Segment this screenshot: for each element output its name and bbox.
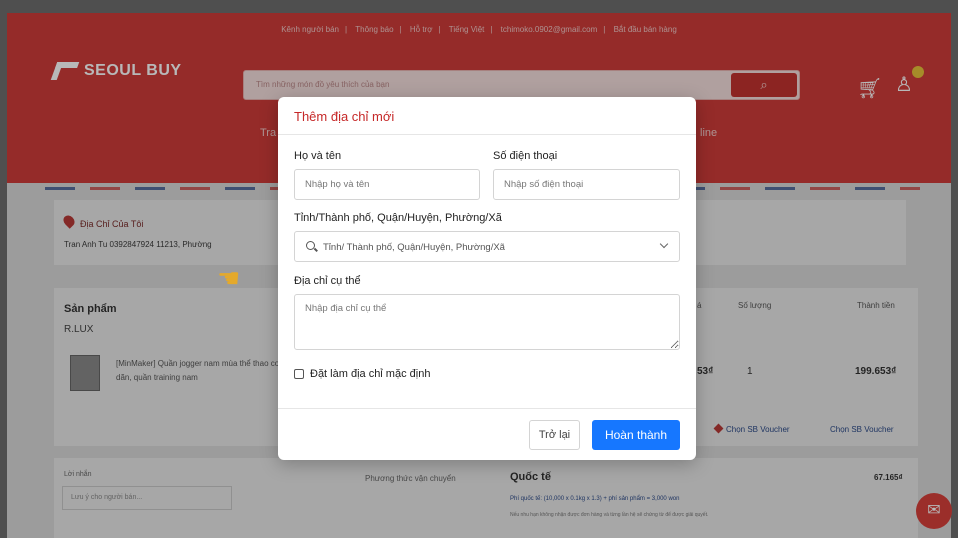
detail-address-textarea[interactable] <box>294 294 680 350</box>
fullname-input[interactable] <box>294 169 480 200</box>
default-address-row[interactable]: Đặt làm địa chỉ mặc định <box>294 368 430 380</box>
region-label: Tỉnh/Thành phố, Quận/Huyện, Phường/Xã <box>294 212 502 224</box>
chevron-down-icon <box>659 239 669 249</box>
search-icon <box>306 241 315 250</box>
modal-title: Thêm địa chỉ mới <box>294 109 395 124</box>
default-address-label[interactable]: Đặt làm địa chỉ mặc định <box>310 368 430 380</box>
default-address-checkbox[interactable] <box>294 369 304 379</box>
back-button[interactable]: Trở lại <box>529 420 580 450</box>
region-select-placeholder: Tỉnh/ Thành phố, Quận/Huyện, Phường/Xã <box>323 242 505 253</box>
phone-input[interactable] <box>493 169 680 200</box>
fullname-label: Họ và tên <box>294 150 342 162</box>
region-select[interactable]: Tỉnh/ Thành phố, Quận/Huyện, Phường/Xã <box>294 231 680 262</box>
phone-label: Số điện thoại <box>493 150 558 162</box>
modal-footer: Trở lại Hoàn thành <box>278 408 696 460</box>
add-address-modal: Thêm địa chỉ mới Họ và tên Số điện thoại… <box>278 97 696 460</box>
detail-address-label: Địa chỉ cụ thể <box>294 275 361 287</box>
done-button[interactable]: Hoàn thành <box>592 420 680 450</box>
modal-header: Thêm địa chỉ mới <box>278 97 696 135</box>
pointing-hand-icon: ☛ <box>217 263 241 293</box>
